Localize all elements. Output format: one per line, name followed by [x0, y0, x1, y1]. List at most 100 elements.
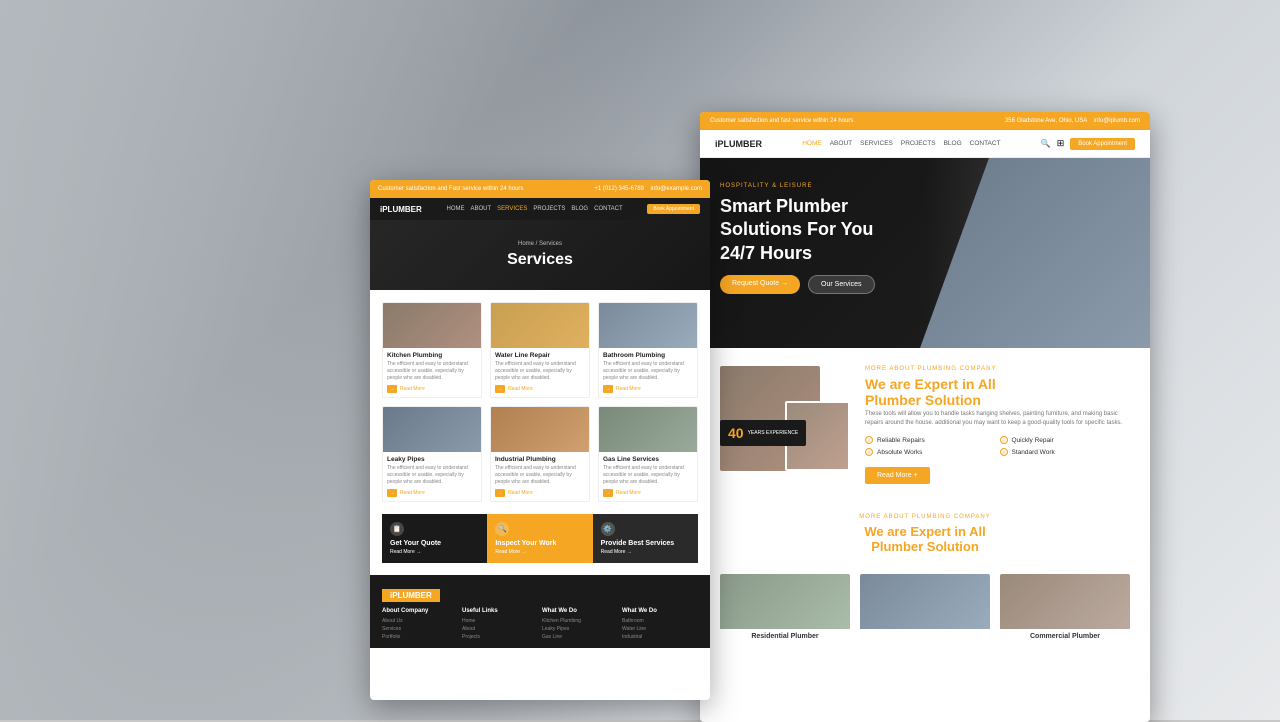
service-card-2: Water Line Repair The efficient and easy…	[490, 302, 590, 398]
cta-title-2: Inspect Your Work	[495, 540, 584, 547]
service-readmore-6[interactable]: → Read More	[603, 489, 693, 497]
footer-item-4-3[interactable]: Industrial	[622, 634, 698, 640]
service-title-6: Gas Line Services	[603, 456, 693, 463]
svc-image-1	[720, 574, 850, 629]
cta-card-1[interactable]: 📋 Get Your Quote Read More →	[382, 514, 487, 563]
nav-about[interactable]: ABOUT	[471, 206, 492, 212]
cta-link-2[interactable]: Read More →	[495, 549, 584, 555]
svc-label-2	[860, 629, 990, 635]
right-about2-section: MORE ABOUT PLUMBING COMPANY We are Exper…	[700, 502, 1150, 566]
service-card-image-1	[383, 303, 481, 348]
footer-item-1-2[interactable]: Services	[382, 626, 458, 632]
service-card-3: Bathroom Plumbing The efficient and easy…	[598, 302, 698, 398]
right-nav-blog[interactable]: BLOG	[944, 140, 962, 147]
footer-item-3-1[interactable]: Kitchen Plumbing	[542, 618, 618, 624]
services-grid: Kitchen Plumbing The efficient and easy …	[370, 290, 710, 514]
feature-dot-1	[865, 436, 873, 444]
cta-icon-3: ⚙️	[601, 522, 615, 536]
svc-card-3[interactable]: Commercial Plumber	[1000, 574, 1130, 642]
book-appointment-button[interactable]: Book Appointment	[647, 204, 700, 214]
left-nav-links: HOME ABOUT SERVICES PROJECTS BLOG CONTAC…	[447, 206, 623, 212]
right-brand[interactable]: iPLUMBER	[715, 139, 762, 149]
right-hero-content: HOSPITALITY & LEISURE Smart Plumber Solu…	[720, 183, 875, 294]
right-nav-services[interactable]: SERVICES	[860, 140, 893, 147]
nav-projects[interactable]: PROJECTS	[533, 206, 565, 212]
service-card-4: Leaky Pipes The efficient and easy to un…	[382, 406, 482, 502]
right-about-section: 40 YEARS EXPERIENCE MORE ABOUT PLUMBING …	[700, 348, 1150, 502]
about-title: We are Expert in All Plumber Solution	[865, 376, 1130, 408]
footer-col-1: About Company About Us Services Portfoli…	[382, 608, 458, 642]
years-number: 40	[728, 425, 744, 441]
svc-image-2	[860, 574, 990, 629]
footer-item-3-3[interactable]: Gas Line	[542, 634, 618, 640]
about2-section-label: MORE ABOUT PLUMBING COMPANY	[720, 514, 1130, 520]
service-title-1: Kitchen Plumbing	[387, 352, 477, 359]
service-card-image-6	[599, 407, 697, 452]
service-readmore-2[interactable]: → Read More	[495, 385, 585, 393]
years-experience-badge: 40 YEARS EXPERIENCE	[720, 420, 806, 446]
service-card-body-3: Bathroom Plumbing The efficient and easy…	[599, 348, 697, 397]
right-nav-projects[interactable]: PROJECTS	[901, 140, 936, 147]
right-navbar: iPLUMBER HOME ABOUT SERVICES PROJECTS BL…	[700, 130, 1150, 158]
service-title-3: Bathroom Plumbing	[603, 352, 693, 359]
service-readmore-1[interactable]: → Read More	[387, 385, 477, 393]
svc-card-1[interactable]: Residential Plumber	[720, 574, 850, 642]
service-readmore-5[interactable]: → Read More	[495, 489, 585, 497]
footer-item-3-2[interactable]: Leaky Pipes	[542, 626, 618, 632]
hero-category: HOSPITALITY & LEISURE	[720, 183, 875, 189]
service-card-6: Gas Line Services The efficient and easy…	[598, 406, 698, 502]
svc-label-1: Residential Plumber	[720, 629, 850, 642]
search-icon[interactable]: 🔍	[1041, 139, 1051, 148]
hero-our-services-button[interactable]: Our Services	[808, 275, 874, 294]
nav-home[interactable]: HOME	[447, 206, 465, 212]
service-card-body-6: Gas Line Services The efficient and easy…	[599, 452, 697, 501]
service-text-3: The efficient and easy to understand acc…	[603, 361, 693, 382]
footer-heading-2: Useful Links	[462, 608, 538, 614]
cta-card-2[interactable]: 🔍 Inspect Your Work Read More →	[487, 514, 592, 563]
grid-icon[interactable]: ⊞	[1057, 138, 1065, 149]
svc-label-3: Commercial Plumber	[1000, 629, 1130, 642]
nav-services[interactable]: SERVICES	[497, 206, 527, 212]
right-hero-image	[920, 158, 1150, 348]
cta-card-3[interactable]: ⚙️ Provide Best Services Read More →	[593, 514, 698, 563]
left-browser-window: Customer satisfaction and Fast service w…	[370, 180, 710, 700]
hero-buttons: Request Quote → Our Services	[720, 275, 875, 294]
right-topbar-text: Customer satisfaction and fast service w…	[710, 118, 853, 124]
nav-blog[interactable]: BLOG	[571, 206, 588, 212]
right-appointment-button[interactable]: Book Appointment	[1070, 138, 1135, 150]
footer-item-4-2[interactable]: Water Line	[622, 626, 698, 632]
left-brand[interactable]: iPLUMBER	[380, 205, 422, 214]
footer-item-1-1[interactable]: About Us	[382, 618, 458, 624]
about-text-content: MORE ABOUT PLUMBING COMPANY We are Exper…	[865, 366, 1130, 484]
cta-icon-1: 📋	[390, 522, 404, 536]
footer-item-2-3[interactable]: Projects	[462, 634, 538, 640]
footer-brand: iPLUMBER	[382, 589, 440, 602]
service-readmore-3[interactable]: → Read More	[603, 385, 693, 393]
service-title-4: Leaky Pipes	[387, 456, 477, 463]
right-topbar-address: 356 Gladstone Ave, Ohio, USA info@iplumb…	[1005, 118, 1140, 124]
service-readmore-4[interactable]: → Read More	[387, 489, 477, 497]
footer-item-2-2[interactable]: About	[462, 626, 538, 632]
right-nav-home[interactable]: HOME	[802, 140, 822, 147]
about-section-label: MORE ABOUT PLUMBING COMPANY	[865, 366, 1130, 372]
footer-item-4-1[interactable]: Bathroom	[622, 618, 698, 624]
svc-card-2[interactable]	[860, 574, 990, 642]
right-nav-contact[interactable]: CONTACT	[970, 140, 1001, 147]
about-images: 40 YEARS EXPERIENCE	[720, 366, 850, 471]
footer-col-4: What We Do Bathroom Water Line Industria…	[622, 608, 698, 642]
footer-item-1-3[interactable]: Portfolio	[382, 634, 458, 640]
footer-col-3: What We Do Kitchen Plumbing Leaky Pipes …	[542, 608, 618, 642]
service-card-body-4: Leaky Pipes The efficient and easy to un…	[383, 452, 481, 501]
nav-contact[interactable]: CONTACT	[594, 206, 623, 212]
cta-link-1[interactable]: Read More →	[390, 549, 479, 555]
right-hero: HOSPITALITY & LEISURE Smart Plumber Solu…	[700, 158, 1150, 348]
hero-request-quote-button[interactable]: Request Quote →	[720, 275, 800, 294]
service-card-5: Industrial Plumbing The efficient and ea…	[490, 406, 590, 502]
feature-dot-3	[865, 448, 873, 456]
cta-title-3: Provide Best Services	[601, 540, 690, 547]
right-nav-about[interactable]: ABOUT	[830, 140, 852, 147]
cta-link-3[interactable]: Read More →	[601, 549, 690, 555]
about-read-more-button[interactable]: Read More +	[865, 467, 930, 484]
footer-item-2-1[interactable]: Home	[462, 618, 538, 624]
cta-section: 📋 Get Your Quote Read More → 🔍 Inspect Y…	[382, 514, 698, 563]
